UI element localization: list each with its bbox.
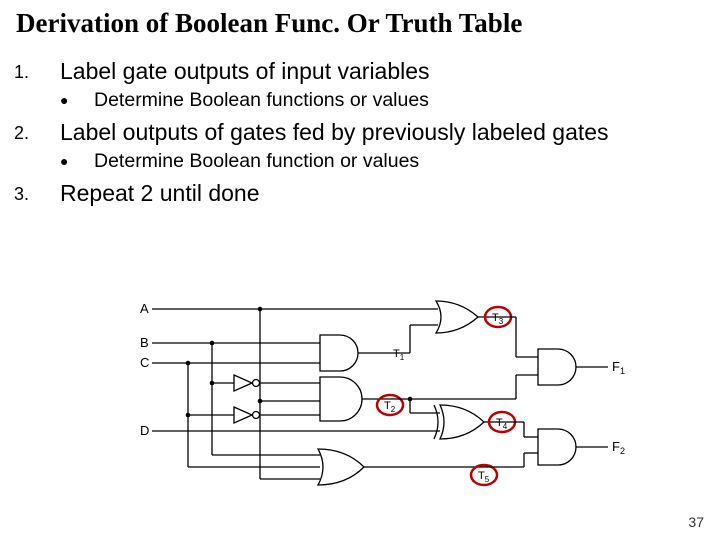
input-label-B: B — [140, 335, 149, 350]
not-gate-icon — [188, 407, 260, 423]
and-gate-icon — [538, 349, 576, 385]
procedure-list: 1. Label gate outputs of input variables… — [14, 57, 706, 208]
or-gate-icon — [436, 301, 478, 333]
list-item-2: Label outputs of gates fed by previously… — [60, 118, 609, 147]
input-label-C: C — [140, 355, 149, 370]
list-item-1: Label gate outputs of input variables — [60, 57, 430, 86]
slide-title: Derivation of Boolean Func. Or Truth Tab… — [16, 8, 706, 39]
xor-gate-icon — [434, 405, 484, 439]
logic-circuit-diagram: A B C D — [140, 295, 630, 500]
and-gate-icon — [188, 335, 358, 371]
output-label-F2: F2 — [612, 439, 625, 456]
list-number-2: 2. — [14, 118, 60, 145]
list-subitem-2: Determine Boolean function or values — [94, 149, 419, 173]
and-gate-icon — [260, 377, 362, 421]
signal-label-T5: T5 — [478, 470, 490, 484]
list-item-3: Repeat 2 until done — [60, 179, 260, 208]
signal-label-T1: T1 — [393, 348, 405, 362]
bullet-icon: ● — [60, 88, 94, 110]
signal-label-T2: T2 — [384, 400, 396, 414]
input-label-A: A — [140, 301, 149, 316]
input-label-D: D — [140, 423, 149, 438]
signal-label-T3: T3 — [492, 312, 504, 326]
and-gate-icon — [538, 429, 576, 465]
list-subitem-1: Determine Boolean functions or values — [94, 88, 429, 112]
list-number-1: 1. — [14, 57, 60, 84]
or-gate-icon — [318, 449, 364, 485]
page-number: 37 — [688, 514, 704, 530]
not-gate-icon — [212, 375, 260, 391]
list-number-3: 3. — [14, 179, 60, 206]
signal-label-T4: T4 — [496, 417, 508, 431]
bullet-icon: ● — [60, 149, 94, 171]
output-label-F1: F1 — [612, 359, 625, 376]
